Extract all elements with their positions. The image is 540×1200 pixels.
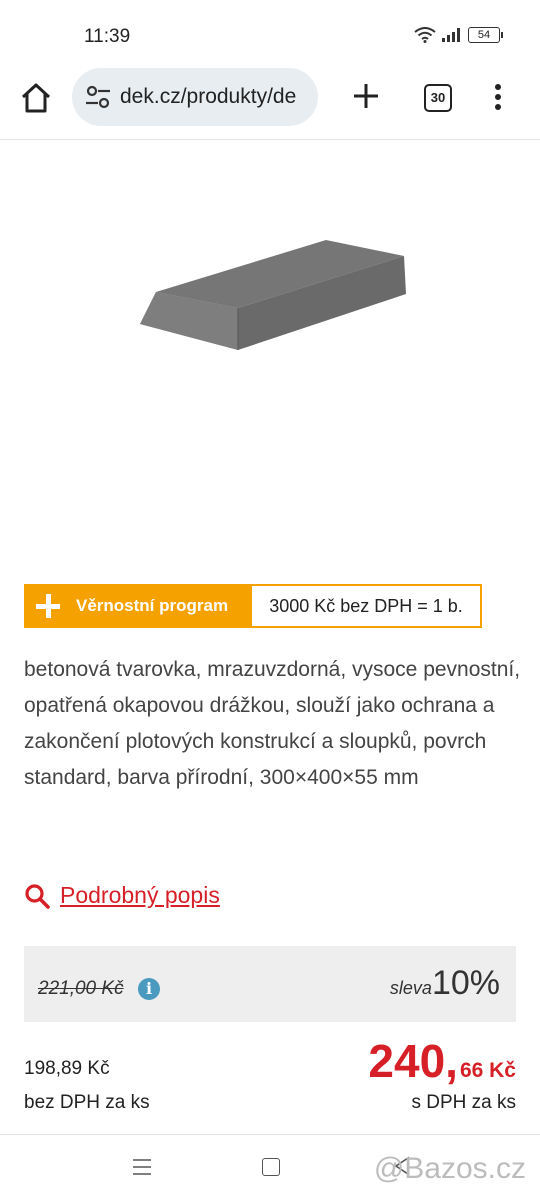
search-icon: [25, 883, 50, 909]
divider: [0, 1134, 540, 1135]
info-icon[interactable]: i: [138, 978, 160, 1000]
discount-label: sleva: [389, 978, 432, 998]
old-price: 221,00 Kč: [38, 978, 124, 999]
status-time: 11:39: [84, 26, 131, 47]
url-text[interactable]: dek.cz/produkty/de: [120, 85, 306, 109]
system-nav-bar: @Bazos.cz: [0, 1136, 540, 1200]
browser-toolbar: dek.cz/produkty/de 30: [0, 68, 540, 138]
discount-badge: sleva 10%: [390, 964, 500, 1003]
new-tab-icon[interactable]: [350, 80, 382, 112]
loyalty-rate: 3000 Kč bez DPH = 1 b.: [269, 595, 463, 616]
gross-price-main: 240,: [368, 1035, 458, 1087]
product-description: betonová tvarovka, mrazuvzdorná, vysoce …: [24, 658, 521, 789]
signal-icon: [442, 28, 460, 42]
status-icons: 54: [414, 27, 503, 43]
discount-box: 221,00 Kč i sleva 10%: [24, 946, 516, 1022]
gross-price: 240, 66 Kč: [368, 1034, 516, 1088]
gross-price-fraction: 66 Kč: [459, 1059, 516, 1082]
detail-link-label[interactable]: Podrobný popis: [60, 882, 220, 909]
gross-price-label: s DPH za ks: [411, 1092, 516, 1113]
detail-description-link[interactable]: Podrobný popis: [24, 882, 220, 909]
loyalty-label: Věrnostní program: [76, 596, 229, 615]
net-price: 198,89 Kč: [24, 1058, 110, 1079]
net-price-label: bez DPH za ks: [24, 1092, 150, 1113]
loyalty-label-box: Věrnostní program: [26, 586, 252, 626]
more-options-icon[interactable]: [488, 82, 508, 112]
site-settings-icon[interactable]: [84, 83, 112, 111]
status-bar: 11:39 54: [0, 0, 540, 70]
watermark: @Bazos.cz: [373, 1152, 526, 1185]
plus-icon: [36, 594, 60, 618]
recent-apps-icon[interactable]: [132, 1158, 152, 1176]
wifi-icon: [414, 27, 436, 43]
loyalty-program-banner[interactable]: Věrnostní program 3000 Kč bez DPH = 1 b.: [24, 584, 482, 628]
battery-icon: 54: [468, 27, 503, 43]
address-bar[interactable]: dek.cz/produkty/de: [72, 68, 318, 126]
product-image[interactable]: [120, 228, 420, 368]
divider: [0, 139, 540, 140]
home-icon[interactable]: [18, 80, 54, 116]
tab-switcher-button[interactable]: 30: [424, 84, 452, 112]
discount-value: 10%: [431, 964, 500, 1002]
nav-home-icon[interactable]: [262, 1158, 280, 1176]
